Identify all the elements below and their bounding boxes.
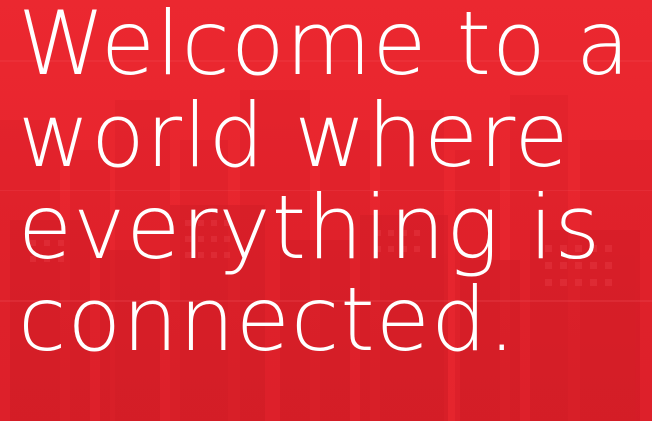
headline-line-2: world where: [18, 84, 570, 187]
headline-line-4: connected.: [18, 268, 517, 371]
headline-line-3: everything is: [18, 176, 602, 279]
hero-banner: Welcome to a world where everything is c…: [0, 0, 652, 421]
headline-line-1: Welcome to a: [18, 0, 631, 95]
hero-headline: Welcome to a world where everything is c…: [18, 0, 652, 366]
